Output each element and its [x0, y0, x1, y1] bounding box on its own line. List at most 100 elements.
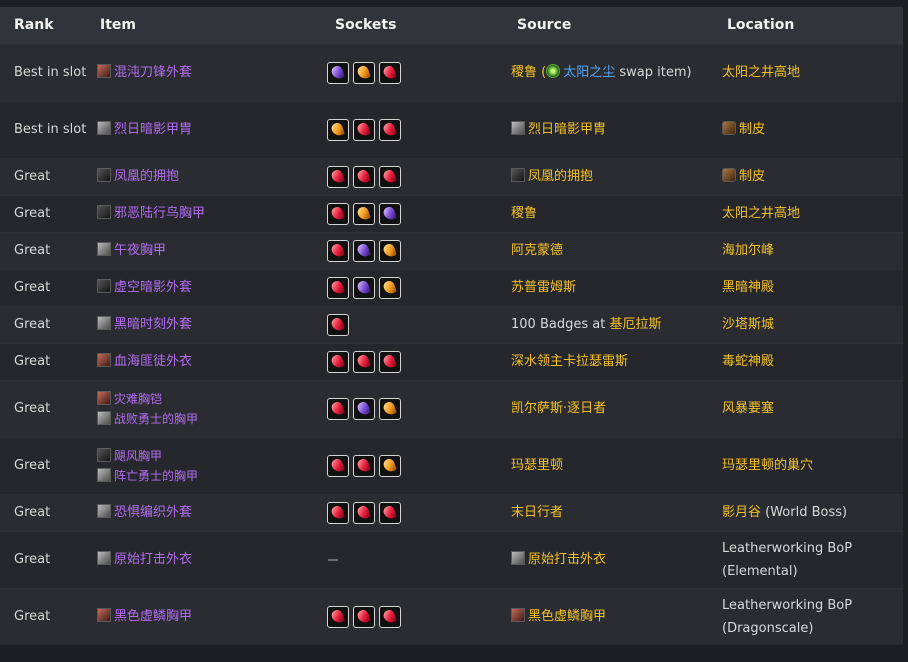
- item-link[interactable]: 邪恶陆行鸟胸甲: [114, 206, 205, 221]
- source-link[interactable]: 基厄拉斯: [609, 317, 661, 332]
- header-item[interactable]: Item: [91, 7, 321, 44]
- source-link[interactable]: 稷鲁 (: [511, 65, 546, 80]
- item-link[interactable]: 黑暗时刻外套: [114, 317, 192, 332]
- red-gem-socket-icon[interactable]: [353, 118, 375, 141]
- header-location[interactable]: Location: [713, 7, 903, 44]
- yellow-gem-socket-icon[interactable]: [327, 118, 349, 141]
- red-gem-socket-icon[interactable]: [353, 454, 375, 477]
- token-icon[interactable]: [97, 467, 111, 482]
- red-gem-socket-icon[interactable]: [327, 239, 349, 262]
- sunwell-dust-icon[interactable]: [546, 64, 561, 78]
- recipe-icon[interactable]: [511, 551, 525, 565]
- item-link[interactable]: 黑色虚鳞胸甲: [114, 609, 192, 624]
- recipe-icon[interactable]: [511, 608, 525, 623]
- item-link[interactable]: 血海匪徒外衣: [114, 354, 192, 369]
- recipe-icon[interactable]: [511, 121, 525, 135]
- location-link[interactable]: 影月谷: [722, 505, 761, 520]
- token-icon[interactable]: [97, 410, 111, 425]
- location-link[interactable]: 太阳之井高地: [722, 206, 800, 221]
- purple-gem-socket-icon[interactable]: [353, 397, 375, 420]
- source-link[interactable]: 阿克蒙德: [511, 243, 563, 258]
- chest-armor-icon[interactable]: [97, 447, 111, 462]
- source-link[interactable]: 凯尔萨斯·逐日者: [511, 401, 606, 416]
- location-link[interactable]: 太阳之井高地: [722, 65, 800, 80]
- chest-armor-icon[interactable]: [97, 353, 111, 367]
- purple-gem-socket-icon[interactable]: [353, 276, 375, 299]
- red-gem-socket-icon[interactable]: [379, 118, 401, 141]
- item-link[interactable]: 恐惧编织外套: [114, 505, 192, 520]
- item-link[interactable]: 灾难胸铠: [114, 392, 162, 406]
- header-source[interactable]: Source: [503, 7, 713, 44]
- source-link[interactable]: 烈日暗影甲胄: [528, 122, 606, 137]
- red-gem-socket-icon[interactable]: [353, 605, 375, 628]
- red-gem-socket-icon[interactable]: [327, 313, 349, 336]
- source-link[interactable]: 苏普雷姆斯: [511, 280, 576, 295]
- location-link[interactable]: 玛瑟里顿的巢穴: [722, 458, 813, 473]
- purple-gem-socket-icon[interactable]: [327, 61, 349, 84]
- chest-armor-icon[interactable]: [97, 205, 111, 219]
- location-link[interactable]: 制皮: [739, 169, 765, 184]
- chest-armor-icon[interactable]: [97, 608, 111, 623]
- yellow-gem-socket-icon[interactable]: [353, 202, 375, 225]
- chest-armor-icon[interactable]: [97, 168, 111, 182]
- red-gem-socket-icon[interactable]: [327, 454, 349, 477]
- token-link[interactable]: 阵亡勇士的胸甲: [114, 469, 198, 483]
- red-gem-socket-icon[interactable]: [327, 397, 349, 420]
- recipe-icon[interactable]: [511, 168, 525, 182]
- source-link[interactable]: 原始打击外衣: [528, 552, 606, 567]
- swap-item-link[interactable]: 太阳之尘: [563, 65, 615, 80]
- header-sockets[interactable]: Sockets: [321, 7, 503, 44]
- red-gem-socket-icon[interactable]: [327, 501, 349, 524]
- source-link[interactable]: 稷鲁: [511, 206, 537, 221]
- item-link[interactable]: 凤凰的拥抱: [114, 169, 179, 184]
- yellow-gem-socket-icon[interactable]: [379, 239, 401, 262]
- red-gem-socket-icon[interactable]: [353, 350, 375, 373]
- header-rank[interactable]: Rank: [0, 7, 91, 44]
- rank-cell: Great: [0, 268, 91, 306]
- source-link[interactable]: 玛瑟里顿: [511, 458, 563, 473]
- location-link[interactable]: 风暴要塞: [722, 401, 774, 416]
- red-gem-socket-icon[interactable]: [327, 165, 349, 188]
- source-link[interactable]: 凤凰的拥抱: [528, 169, 593, 184]
- location-link[interactable]: 海加尔峰: [722, 243, 774, 258]
- chest-armor-icon[interactable]: [97, 551, 111, 565]
- yellow-gem-socket-icon[interactable]: [353, 61, 375, 84]
- yellow-gem-socket-icon[interactable]: [379, 397, 401, 420]
- item-link[interactable]: 原始打击外衣: [114, 552, 192, 567]
- item-link[interactable]: 虚空暗影外套: [114, 280, 192, 295]
- purple-gem-socket-icon[interactable]: [353, 239, 375, 262]
- red-gem-socket-icon[interactable]: [353, 501, 375, 524]
- item-link[interactable]: 混沌刀锋外套: [114, 65, 192, 80]
- red-gem-socket-icon[interactable]: [327, 605, 349, 628]
- chest-armor-icon[interactable]: [97, 504, 111, 518]
- location-link[interactable]: 毒蛇神殿: [722, 354, 774, 369]
- source-link[interactable]: 深水领主卡拉瑟雷斯: [511, 354, 628, 369]
- item-link[interactable]: 午夜胸甲: [114, 243, 166, 258]
- item-link[interactable]: 飓风胸甲: [114, 449, 162, 463]
- yellow-gem-socket-icon[interactable]: [379, 276, 401, 299]
- red-gem-socket-icon[interactable]: [353, 165, 375, 188]
- red-gem-socket-icon[interactable]: [379, 350, 401, 373]
- red-gem-socket-icon[interactable]: [379, 165, 401, 188]
- chest-armor-icon[interactable]: [97, 121, 111, 135]
- chest-armor-icon[interactable]: [97, 279, 111, 293]
- source-link[interactable]: 末日行者: [511, 505, 563, 520]
- red-gem-socket-icon[interactable]: [379, 605, 401, 628]
- location-link[interactable]: 制皮: [739, 122, 765, 137]
- item-link[interactable]: 烈日暗影甲胄: [114, 122, 192, 137]
- chest-armor-icon[interactable]: [97, 242, 111, 256]
- yellow-gem-socket-icon[interactable]: [379, 454, 401, 477]
- red-gem-socket-icon[interactable]: [327, 350, 349, 373]
- red-gem-socket-icon[interactable]: [379, 501, 401, 524]
- chest-armor-icon[interactable]: [97, 316, 111, 330]
- red-gem-socket-icon[interactable]: [327, 276, 349, 299]
- location-link[interactable]: 黑暗神殿: [722, 280, 774, 295]
- source-link[interactable]: 黑色虚鳞胸甲: [528, 609, 606, 624]
- purple-gem-socket-icon[interactable]: [379, 202, 401, 225]
- chest-armor-icon[interactable]: [97, 390, 111, 405]
- token-link[interactable]: 战败勇士的胸甲: [114, 412, 198, 426]
- red-gem-socket-icon[interactable]: [379, 61, 401, 84]
- location-link[interactable]: 沙塔斯城: [722, 317, 774, 332]
- red-gem-socket-icon[interactable]: [327, 202, 349, 225]
- chest-armor-icon[interactable]: [97, 64, 111, 78]
